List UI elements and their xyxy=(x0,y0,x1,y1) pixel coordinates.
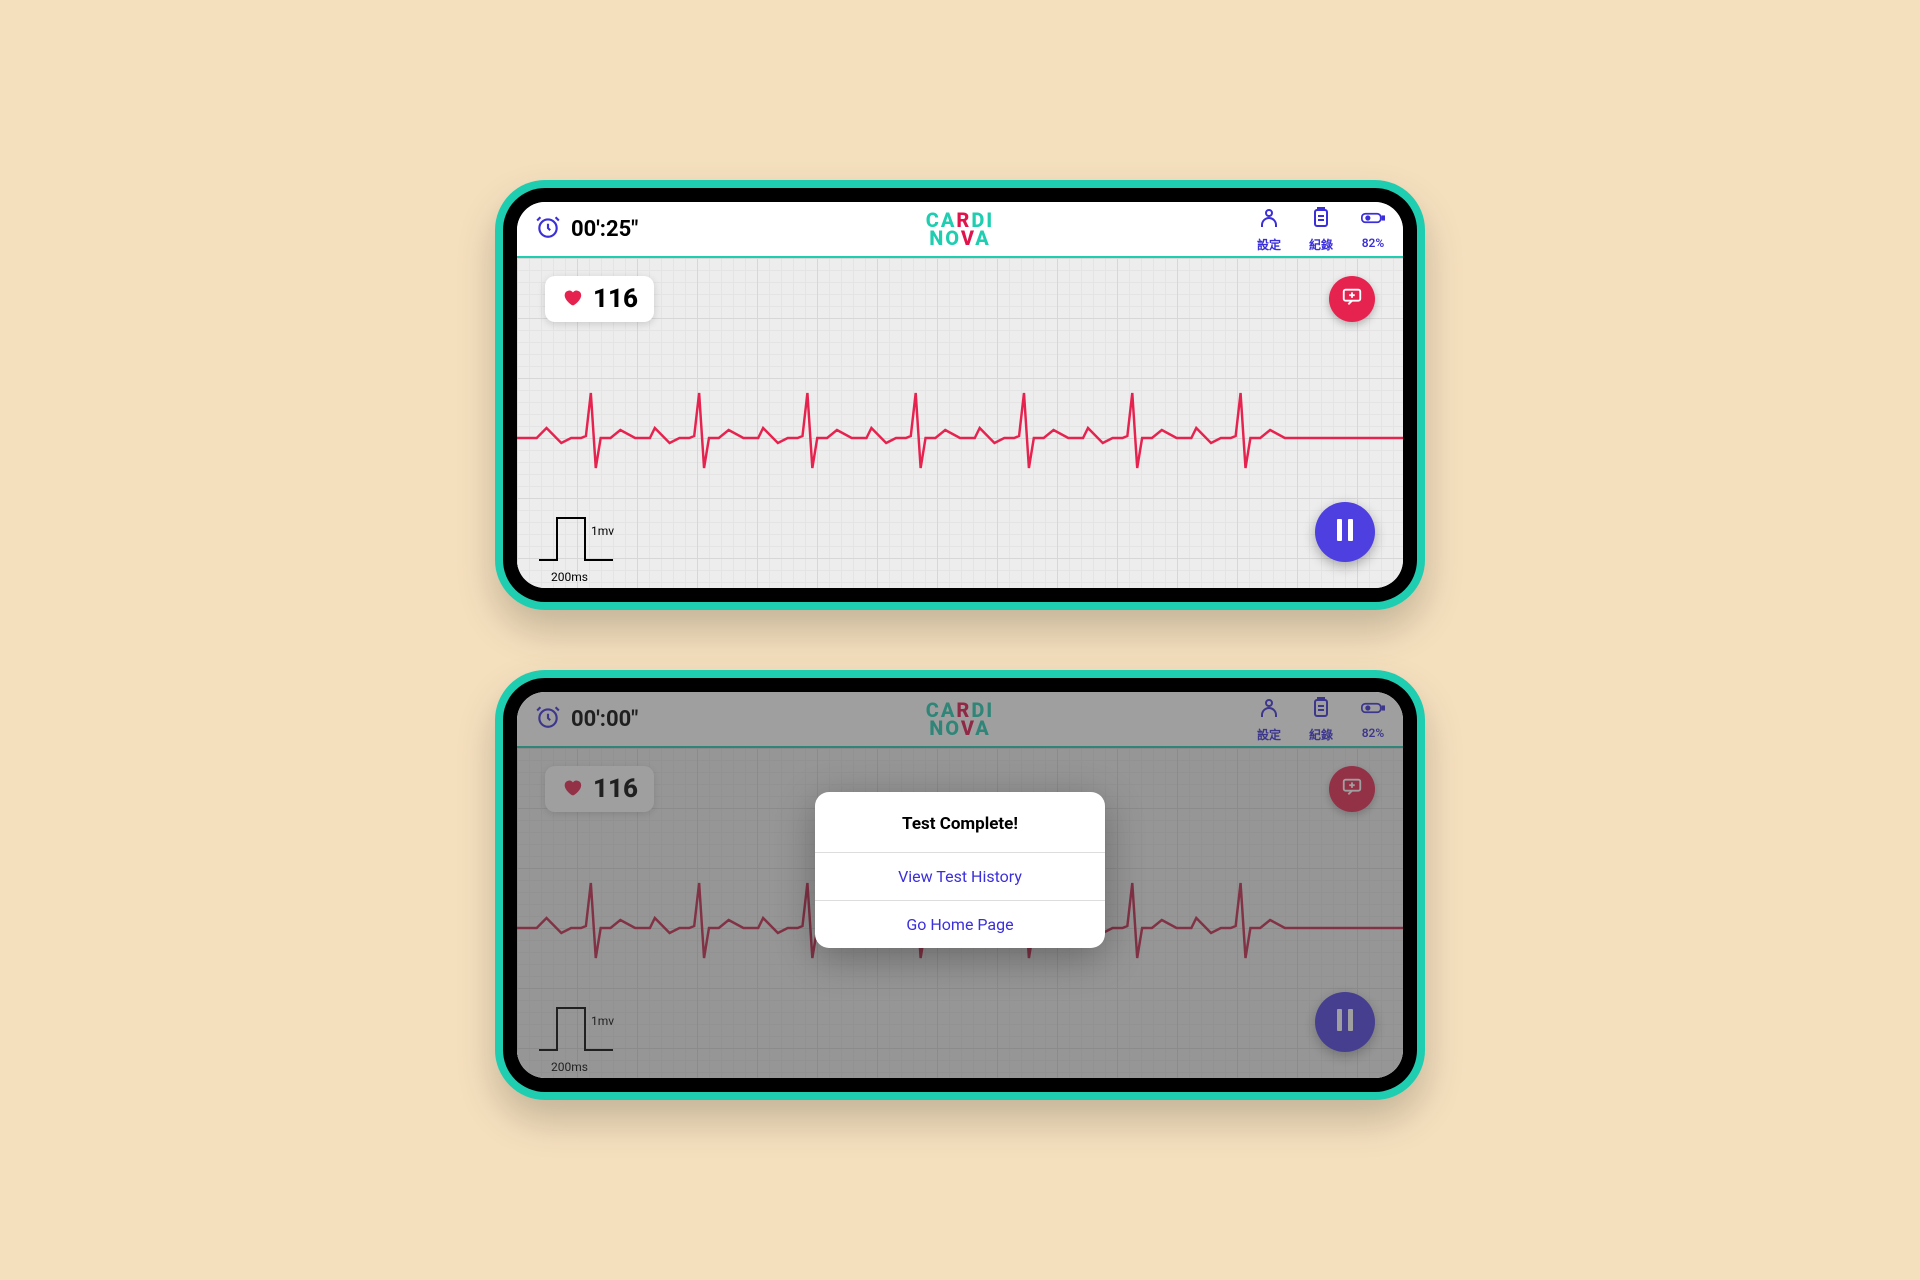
header-actions: 設定 紀錄 82% xyxy=(1257,206,1385,253)
records-label: 紀錄 xyxy=(1309,236,1333,253)
calib-ms-label: 200ms xyxy=(551,570,588,584)
add-comment-icon xyxy=(1341,286,1363,312)
alarm-clock-icon xyxy=(535,214,561,244)
calib-mv-label: 1mv xyxy=(591,524,614,538)
app-screen-complete: 00':00" CARDI NOVA 設定 紀錄 xyxy=(517,692,1403,1078)
battery-label: 82% xyxy=(1362,236,1385,250)
phone-bezel: 00':25" CARDI NOVA 設定 紀錄 xyxy=(503,188,1417,602)
add-note-button[interactable] xyxy=(1329,276,1375,322)
calibration-marker: 1mv 200ms xyxy=(537,510,617,568)
dialog-title: Test Complete! xyxy=(815,792,1105,853)
go-home-button[interactable]: Go Home Page xyxy=(815,901,1105,948)
bpm-value: 116 xyxy=(593,284,638,314)
brand-logo: CARDI NOVA xyxy=(926,211,995,247)
app-header: 00':25" CARDI NOVA 設定 紀錄 xyxy=(517,202,1403,258)
phone-mockup-complete: 00':00" CARDI NOVA 設定 紀錄 xyxy=(495,670,1425,1100)
battery-icon xyxy=(1361,206,1385,234)
pause-icon xyxy=(1336,519,1354,545)
timer-group: 00':25" xyxy=(535,214,638,244)
pause-button[interactable] xyxy=(1315,502,1375,562)
ecg-waveform xyxy=(517,378,1403,498)
app-screen-recording: 00':25" CARDI NOVA 設定 紀錄 xyxy=(517,202,1403,588)
settings-button[interactable]: 設定 xyxy=(1257,206,1281,253)
user-icon xyxy=(1257,206,1281,234)
view-history-button[interactable]: View Test History xyxy=(815,853,1105,901)
heart-icon xyxy=(561,286,583,312)
ecg-chart-area: 116 1mv 200ms xyxy=(517,258,1403,588)
test-complete-dialog: Test Complete! View Test History Go Home… xyxy=(815,792,1105,948)
phone-bezel: 00':00" CARDI NOVA 設定 紀錄 xyxy=(503,678,1417,1092)
settings-label: 設定 xyxy=(1257,236,1281,253)
timer-value: 00':25" xyxy=(571,217,638,242)
bpm-badge: 116 xyxy=(545,276,654,322)
logo-line-2: NOVA xyxy=(926,229,995,247)
clipboard-icon xyxy=(1309,206,1333,234)
phone-mockup-recording: 00':25" CARDI NOVA 設定 紀錄 xyxy=(495,180,1425,610)
records-button[interactable]: 紀錄 xyxy=(1309,206,1333,253)
battery-indicator: 82% xyxy=(1361,206,1385,250)
